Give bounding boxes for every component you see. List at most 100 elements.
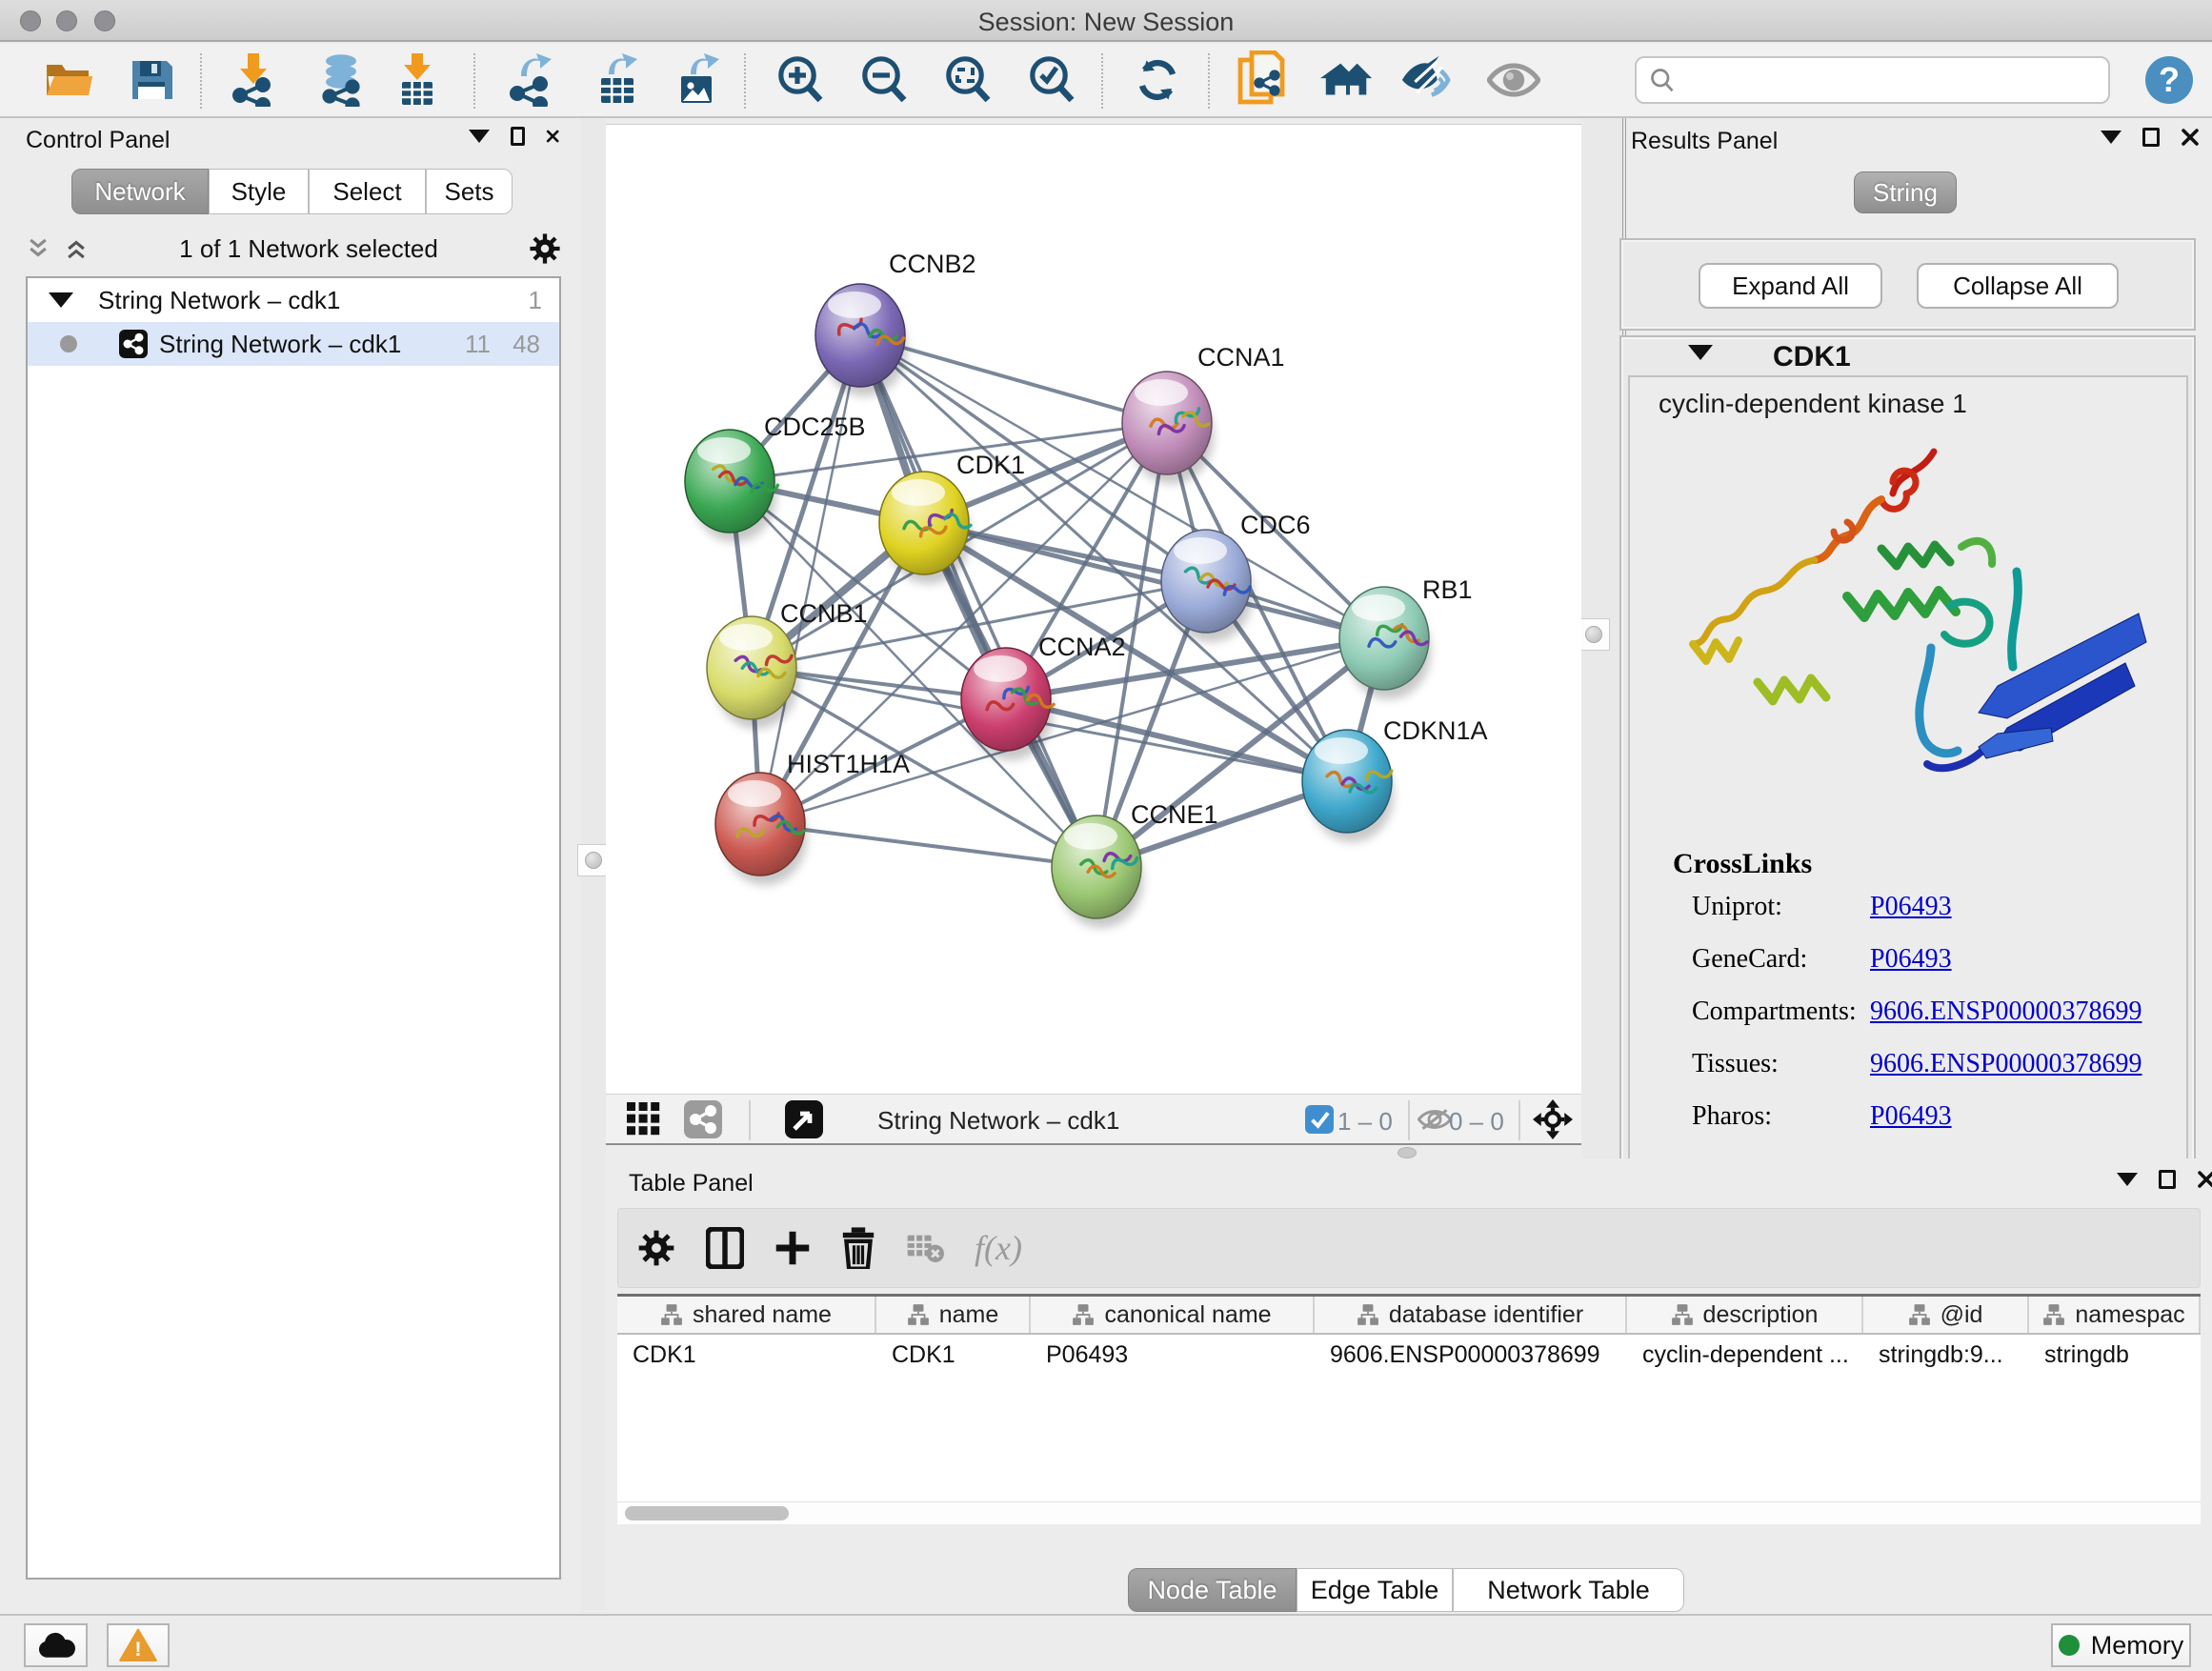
network-node-ccnb2[interactable] — [815, 284, 905, 387]
birds-eye-view-icon[interactable] — [783, 1093, 825, 1146]
bottom-splitter-grip[interactable] — [1398, 1147, 1417, 1158]
network-node-hist1h1a[interactable] — [715, 773, 805, 876]
hide-selection-icon[interactable] — [1398, 53, 1452, 107]
column-header-database-identifier[interactable]: database identifier — [1315, 1297, 1627, 1333]
window-title: Session: New Session — [0, 8, 2212, 37]
scrollbar-thumb[interactable] — [625, 1506, 789, 1520]
expand-all-icon[interactable] — [64, 236, 89, 261]
crosslink-link[interactable]: 9606.ENSP00000378699 — [1870, 997, 2142, 1027]
column-header-namespac[interactable]: namespac — [2029, 1297, 2201, 1333]
table-cell[interactable]: 9606.ENSP00000378699 — [1315, 1335, 1627, 1375]
zoom-fit-button[interactable] — [941, 53, 995, 107]
panel-float-icon[interactable] — [2142, 128, 2160, 147]
select-columns-icon[interactable] — [706, 1227, 744, 1269]
export-table-button[interactable] — [592, 53, 645, 107]
crosslink-link[interactable]: P06493 — [1870, 1101, 1952, 1132]
clone-network-button[interactable] — [1237, 53, 1290, 107]
collapse-section-icon[interactable] — [1688, 345, 1713, 360]
memory-button[interactable]: Memory — [2051, 1623, 2191, 1667]
crosslink-link[interactable]: P06493 — [1870, 892, 1952, 922]
table-cell[interactable]: cyclin-dependent ... — [1627, 1335, 1863, 1375]
network-view-icon[interactable] — [682, 1093, 724, 1146]
table-cell[interactable]: CDK1 — [876, 1335, 1031, 1375]
expand-all-button[interactable]: Expand All — [1699, 263, 1882, 309]
cloud-button[interactable] — [24, 1623, 88, 1667]
zoom-selected-button[interactable] — [1025, 53, 1078, 107]
network-node-ccna1[interactable] — [1122, 372, 1212, 474]
grid-view-icon[interactable] — [623, 1093, 665, 1146]
gear-icon[interactable] — [637, 1229, 675, 1267]
column-header-description[interactable]: description — [1627, 1297, 1863, 1333]
expander-icon[interactable] — [49, 292, 73, 308]
table-cell[interactable]: CDK1 — [617, 1335, 876, 1375]
column-header-name[interactable]: name — [876, 1297, 1031, 1333]
network-row-selected[interactable]: String Network – cdk1 11 48 — [28, 322, 559, 366]
tab-select[interactable]: Select — [309, 169, 426, 214]
network-node-ccne1[interactable] — [1052, 815, 1141, 918]
network-canvas[interactable]: CCNB2CCNA1CDC25BCDK1CDC6RB1CCNB1CCNA2CDK… — [606, 124, 1581, 1094]
gear-icon[interactable] — [529, 232, 561, 265]
panel-float-icon[interactable] — [511, 127, 525, 146]
table-cell[interactable]: stringdb:9... — [1863, 1335, 2029, 1375]
right-splitter-grip[interactable] — [1578, 618, 1610, 651]
zoom-out-button[interactable] — [857, 53, 911, 107]
collapse-all-icon[interactable] — [26, 236, 50, 261]
crosslink-link[interactable]: P06493 — [1870, 944, 1952, 975]
show-all-icon[interactable] — [1487, 53, 1540, 107]
tab-network[interactable]: Network — [71, 169, 209, 214]
refresh-button[interactable] — [1131, 53, 1184, 107]
add-column-icon[interactable] — [774, 1230, 811, 1266]
network-collection-row[interactable]: String Network – cdk1 1 — [28, 278, 559, 322]
function-builder-icon[interactable]: f(x) — [975, 1228, 1022, 1268]
column-header-shared-name[interactable]: shared name — [617, 1297, 876, 1333]
tab-style[interactable]: Style — [209, 169, 309, 214]
hidden-eye-icon[interactable] — [1416, 1093, 1454, 1146]
tab-sets[interactable]: Sets — [426, 169, 513, 214]
panel-close-icon[interactable] — [2181, 128, 2200, 147]
panel-menu-icon[interactable] — [2101, 131, 2122, 144]
panel-close-icon[interactable] — [2197, 1170, 2212, 1189]
help-button[interactable]: ? — [2142, 53, 2196, 107]
save-session-button[interactable] — [125, 53, 178, 107]
node-table[interactable]: shared namenamecanonical namedatabase id… — [617, 1294, 2201, 1524]
search-field[interactable] — [1635, 56, 2110, 104]
node-count: 11 — [465, 330, 491, 359]
export-network-button[interactable] — [504, 53, 557, 107]
import-database-button[interactable] — [314, 53, 368, 107]
network-node-ccnb1[interactable] — [707, 616, 796, 719]
table-cell[interactable]: P06493 — [1031, 1335, 1315, 1375]
column-header-canonical-name[interactable]: canonical name — [1031, 1297, 1315, 1333]
panel-close-icon[interactable] — [546, 127, 559, 146]
zoom-in-button[interactable] — [774, 53, 827, 107]
tab-string[interactable]: String — [1854, 171, 1957, 213]
home-button[interactable] — [1320, 53, 1374, 107]
export-image-button[interactable] — [672, 53, 725, 107]
import-table-button[interactable] — [391, 53, 444, 107]
warning-button[interactable]: ! — [107, 1623, 170, 1667]
crosslink-link[interactable]: 9606.ENSP00000378699 — [1870, 1049, 2142, 1079]
selected-checkbox-icon[interactable] — [1303, 1093, 1336, 1146]
column-header--id[interactable]: @id — [1863, 1297, 2029, 1333]
table-cell[interactable]: stringdb — [2029, 1335, 2201, 1375]
delete-column-icon[interactable] — [841, 1227, 875, 1269]
left-splitter-grip[interactable] — [577, 844, 610, 876]
collapse-all-button[interactable]: Collapse All — [1917, 263, 2119, 309]
panel-float-icon[interactable] — [2159, 1170, 2176, 1189]
table-row[interactable]: CDK1CDK1P064939606.ENSP00000378699cyclin… — [617, 1335, 2201, 1375]
network-node-rb1[interactable] — [1339, 587, 1429, 690]
tab-node-table[interactable]: Node Table — [1128, 1568, 1297, 1612]
network-graph[interactable]: CCNB2CCNA1CDC25BCDK1CDC6RB1CCNB1CCNA2CDK… — [606, 125, 1581, 1095]
open-session-button[interactable] — [43, 53, 96, 107]
delete-table-icon[interactable] — [906, 1232, 944, 1264]
network-edge[interactable] — [760, 824, 1096, 867]
tab-network-table[interactable]: Network Table — [1453, 1568, 1684, 1612]
table-horizontal-scrollbar[interactable] — [617, 1501, 2201, 1524]
import-network-button[interactable] — [227, 53, 280, 107]
panel-menu-icon[interactable] — [2117, 1173, 2138, 1186]
tab-edge-table[interactable]: Edge Table — [1297, 1568, 1453, 1612]
panel-menu-icon[interactable] — [469, 130, 490, 143]
network-node-cdkn1a[interactable] — [1302, 730, 1393, 833]
network-node-cdc6[interactable] — [1161, 530, 1251, 633]
search-input[interactable] — [1677, 66, 2086, 95]
fit-content-icon[interactable] — [1532, 1093, 1574, 1146]
